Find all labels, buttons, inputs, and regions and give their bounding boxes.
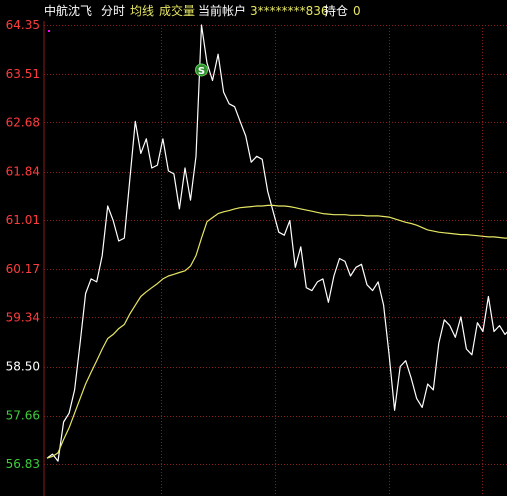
intraday-chart[interactable]: 64.3563.5162.6861.8461.0160.1759.3458.50…: [0, 0, 507, 496]
account-label: 当前帐户: [198, 4, 247, 18]
sell-marker-label: S: [198, 66, 205, 77]
position-label: 持仓: [324, 4, 349, 18]
y-tick-label: 61.84: [6, 165, 40, 179]
y-tick-label: 62.68: [6, 115, 40, 129]
y-tick-label: 60.17: [6, 262, 40, 276]
stock-name[interactable]: 中航沈飞: [44, 0, 92, 22]
indicator-dot: [48, 30, 50, 32]
account-value: 3********836: [250, 4, 329, 18]
tab-intraday[interactable]: 分时: [101, 0, 125, 22]
price-line: [46, 24, 507, 462]
y-tick-label: 61.01: [6, 213, 40, 227]
position-value: 0: [353, 4, 361, 18]
avg-line: [46, 204, 507, 459]
chart-grid: [43, 21, 507, 496]
y-tick-label: 58.50: [6, 360, 40, 374]
ma-toggle[interactable]: 均线: [130, 0, 154, 22]
y-tick-label: 56.83: [6, 457, 40, 471]
chart-header: 中航沈飞 分时 均线 成交量 当前帐户 3********836 持仓 0: [0, 0, 507, 22]
volume-toggle[interactable]: 成交量: [159, 0, 195, 22]
y-axis-ticks: 64.3563.5162.6861.8461.0160.1759.3458.50…: [6, 18, 40, 471]
chart-lines: [46, 24, 507, 462]
y-tick-label: 59.34: [6, 310, 40, 324]
y-tick-label: 63.51: [6, 67, 40, 81]
chart-markers: S: [195, 63, 209, 77]
y-tick-label: 57.66: [6, 409, 40, 423]
